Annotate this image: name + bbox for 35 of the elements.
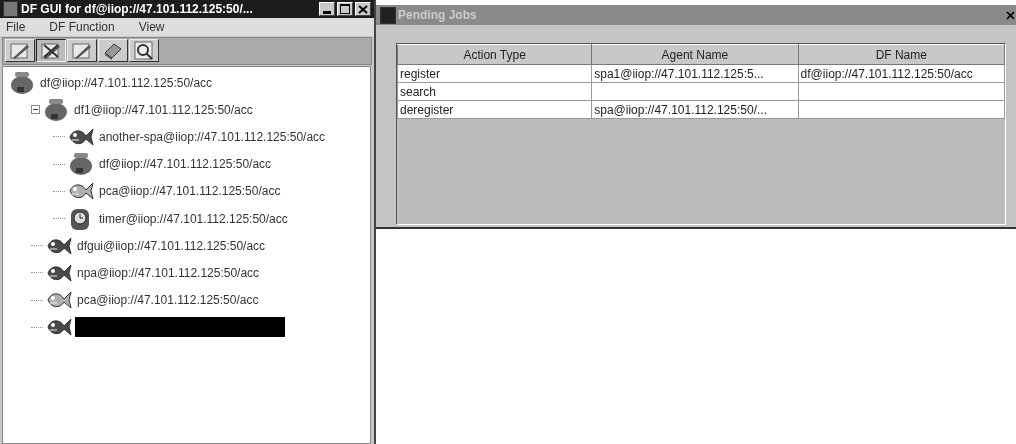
pen-button[interactable] [36, 39, 66, 62]
column-header[interactable]: DF Name [798, 44, 1005, 65]
search-button[interactable] [129, 39, 159, 62]
table-cell: spa@iiop://47.101.112.125:50/... [594, 102, 767, 117]
tree-node-label[interactable]: dfgui@iiop://47.101.112.125:50/acc [75, 237, 268, 254]
tree-node-label[interactable]: df@iiop://47.101.112.125:50/acc [97, 156, 274, 173]
tree-node-label[interactable]: pca@iiop://47.101.112.125:50/acc [75, 292, 261, 309]
tree-node-label[interactable]: pca@iiop://47.101.112.125:50/acc [97, 183, 283, 200]
close-icon[interactable] [1006, 10, 1014, 20]
tree-node-label[interactable]: another-spa@iiop://47.101.112.125:50/acc [97, 128, 328, 145]
column-header[interactable]: Agent Name [591, 44, 799, 65]
tree-node-label[interactable]: timer@iiop://47.101.112.125:50/acc [97, 210, 290, 227]
window-title: DF GUI for df@iiop://47.101.112.125:50/... [21, 2, 254, 16]
column-header[interactable]: Action Type [397, 44, 592, 65]
table-cell: register [400, 66, 440, 81]
collapse-icon[interactable] [31, 105, 40, 115]
menu-item[interactable]: View [138, 20, 165, 34]
table-cell: df@iiop://47.101.112.125:50/acc [800, 66, 973, 81]
tree-node-label[interactable]: df@iiop://47.101.112.125:50/acc [38, 74, 215, 91]
table-cell: spa1@iiop://47.101.112.125:5... [594, 66, 764, 81]
jar-icon [43, 97, 69, 122]
eraser-button[interactable] [98, 39, 128, 62]
app-logo-icon [3, 1, 18, 17]
menu-item[interactable]: DF Function [49, 20, 115, 34]
minimize-button[interactable] [319, 2, 335, 16]
table-cell: deregister [400, 102, 454, 117]
jar-icon [68, 152, 94, 177]
table-cell: search [400, 84, 437, 99]
maximize-button[interactable] [337, 2, 353, 16]
window-title: Pending Jobs [398, 8, 478, 22]
jar-icon [9, 70, 35, 95]
tree-node-label[interactable]: df1@iiop://47.101.112.125:50/acc [72, 101, 255, 118]
close-button[interactable] [355, 2, 371, 16]
menu-item[interactable]: File [6, 20, 26, 34]
tree-node-label[interactable]: npa@iiop://47.101.112.125:50/acc [75, 264, 262, 281]
